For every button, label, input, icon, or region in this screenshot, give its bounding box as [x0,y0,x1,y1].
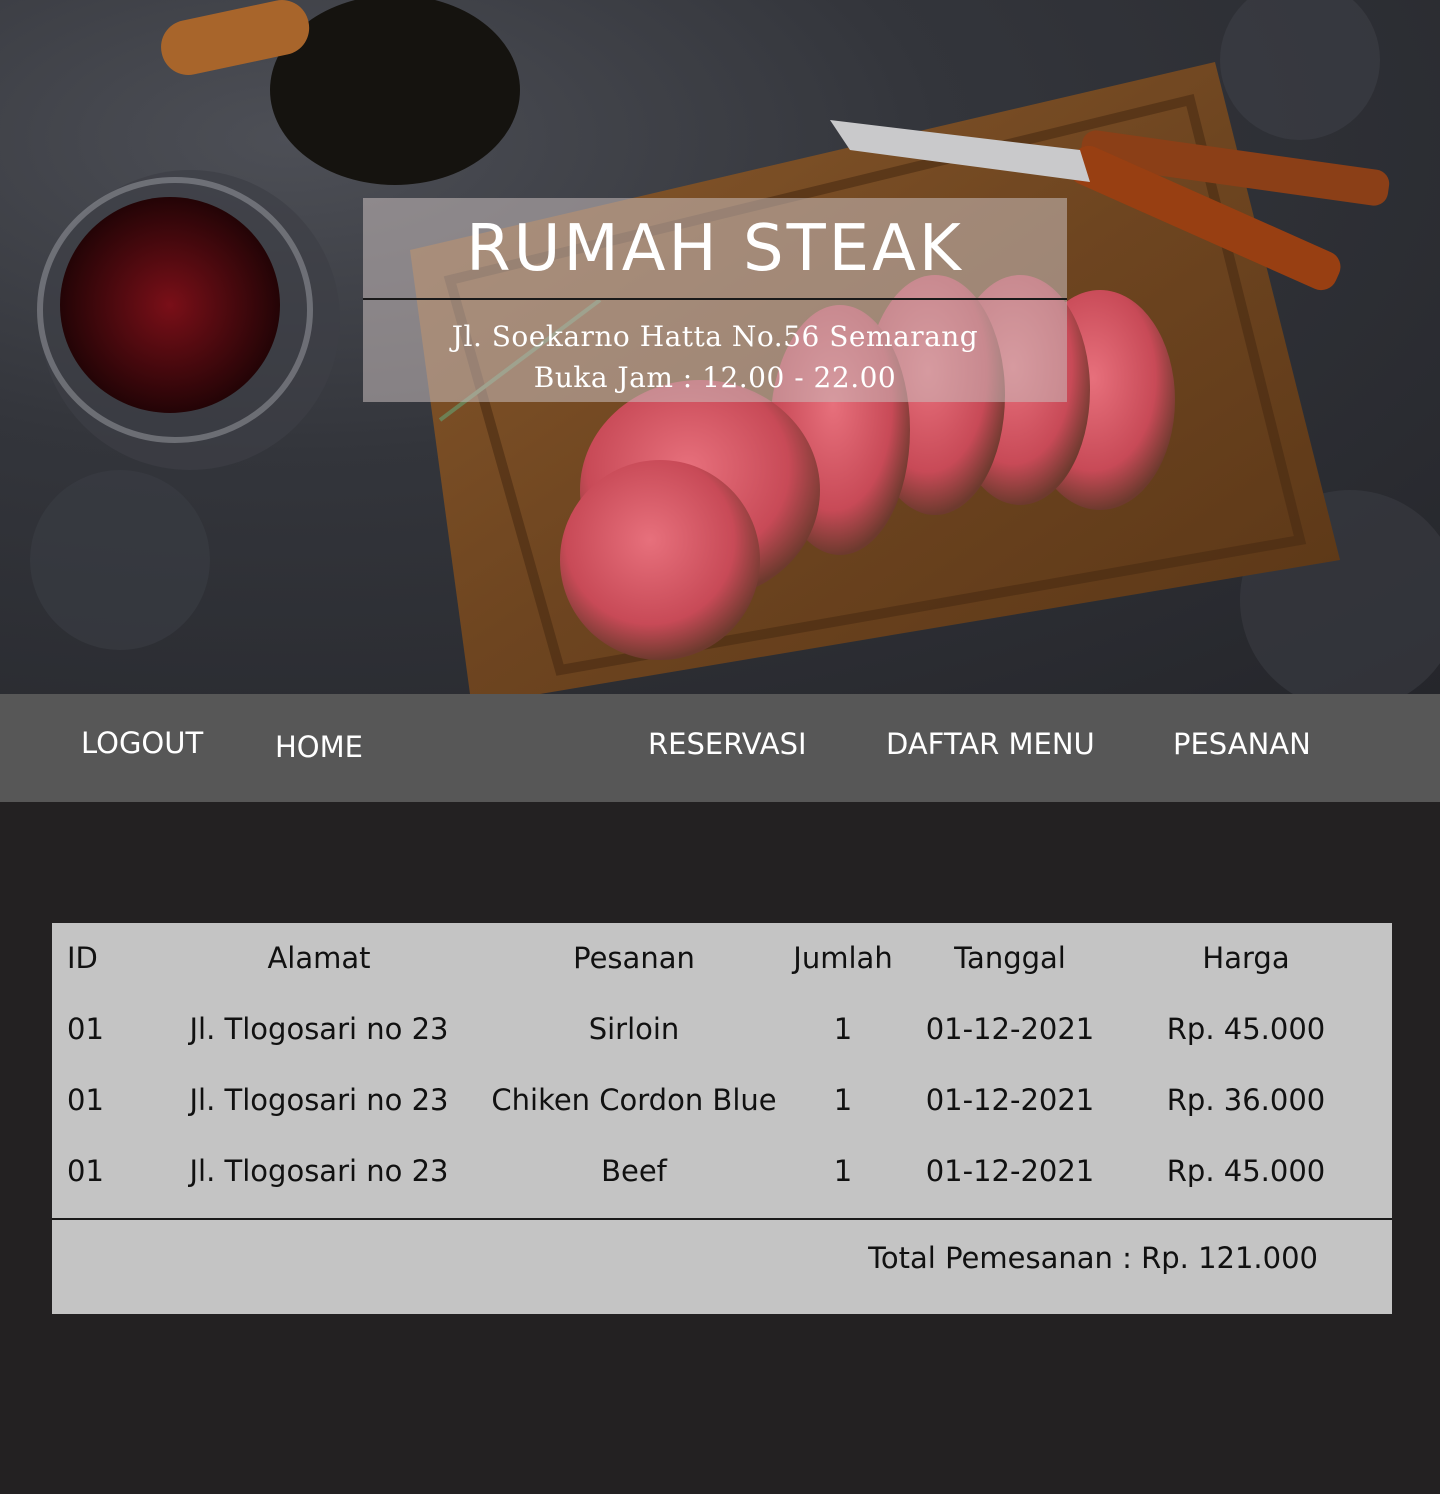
header-alamat: Alamat [267,941,371,975]
cell-alamat: Jl. Tlogosari no 23 [189,1012,449,1046]
cell-tanggal: 01-12-2021 [925,1154,1095,1188]
cell-alamat: Jl. Tlogosari no 23 [189,1154,449,1188]
cell-harga: Rp. 45.000 [1166,1154,1326,1188]
nav-pesanan-link[interactable]: PESANAN [1173,727,1311,761]
main-nav: LOGOUT HOME RESERVASI DAFTAR MENU PESANA… [0,694,1440,802]
brand-title: RUMAH STEAK [466,212,964,286]
nav-daftar-menu-link[interactable]: DAFTAR MENU [886,727,1095,761]
header-harga: Harga [1202,941,1290,975]
brand-box: RUMAH STEAK Jl. Soekarno Hatta No.56 Sem… [363,198,1067,402]
header-id: ID [67,941,98,975]
cell-pesanan: Chiken Cordon Blue [491,1083,777,1117]
cell-pesanan: Beef [601,1154,667,1188]
cell-id: 01 [67,1083,104,1117]
orders-table: ID Alamat Pesanan Jumlah Tanggal Harga 0… [52,923,1392,1314]
cell-pesanan: Sirloin [588,1012,680,1046]
header-tanggal: Tanggal [954,941,1066,975]
cell-harga: Rp. 36.000 [1166,1083,1326,1117]
header-pesanan: Pesanan [573,941,695,975]
cell-jumlah: 1 [833,1154,853,1188]
brand-hours: Buka Jam : 12.00 - 22.00 [533,361,897,394]
table-divider [52,1218,1392,1220]
cell-id: 01 [67,1154,104,1188]
cell-id: 01 [67,1012,104,1046]
cell-tanggal: 01-12-2021 [925,1083,1095,1117]
hero-banner: RUMAH STEAK Jl. Soekarno Hatta No.56 Sem… [0,0,1440,694]
brand-address: Jl. Soekarno Hatta No.56 Semarang [451,320,979,353]
cell-jumlah: 1 [833,1012,853,1046]
cell-harga: Rp. 45.000 [1166,1012,1326,1046]
header-jumlah: Jumlah [793,941,893,975]
page: RUMAH STEAK Jl. Soekarno Hatta No.56 Sem… [0,0,1440,1494]
brand-divider [363,298,1067,300]
nav-home-link[interactable]: HOME [275,730,363,764]
nav-reservasi-link[interactable]: RESERVASI [648,727,807,761]
nav-logout-link[interactable]: LOGOUT [81,726,203,760]
cell-tanggal: 01-12-2021 [925,1012,1095,1046]
cell-jumlah: 1 [833,1083,853,1117]
order-total: Total Pemesanan : Rp. 121.000 [868,1241,1318,1275]
cell-alamat: Jl. Tlogosari no 23 [189,1083,449,1117]
